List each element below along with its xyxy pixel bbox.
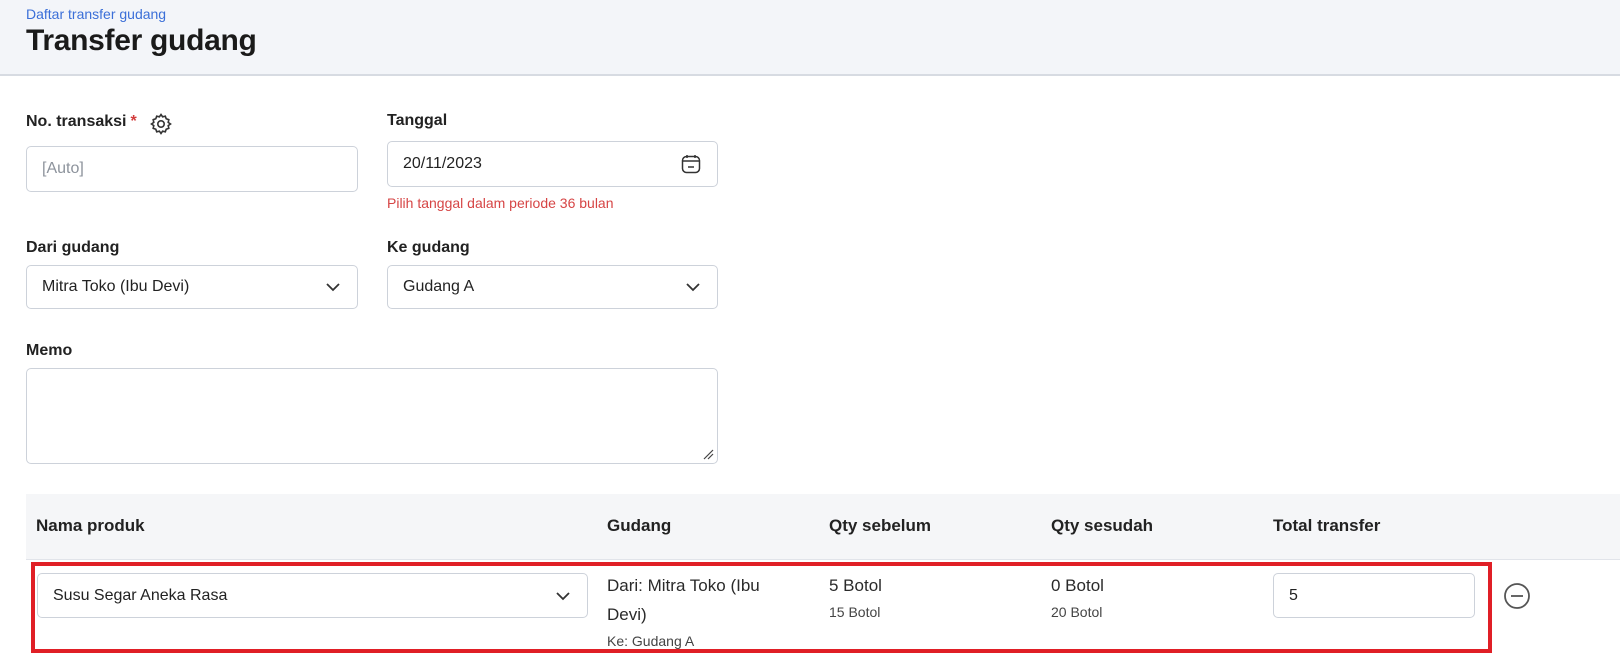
calendar-icon[interactable] bbox=[680, 153, 702, 175]
page-header: Daftar transfer gudang Transfer gudang bbox=[0, 0, 1620, 76]
column-header-nama-produk: Nama produk bbox=[36, 516, 145, 535]
settings-gear-icon[interactable] bbox=[149, 112, 173, 136]
tanggal-date-field[interactable]: 20/11/2023 bbox=[387, 141, 718, 187]
dari-gudang-label: Dari gudang bbox=[26, 239, 120, 256]
column-header-total-transfer: Total transfer bbox=[1273, 516, 1381, 535]
row-highlight-box bbox=[31, 562, 1492, 653]
memo-label: Memo bbox=[26, 342, 73, 359]
no-transaksi-label-text: No. transaksi bbox=[26, 113, 127, 130]
chevron-down-icon bbox=[326, 283, 340, 292]
ke-gudang-value: Gudang A bbox=[403, 278, 475, 295]
memo-textarea[interactable] bbox=[27, 369, 717, 463]
tanggal-value: 20/11/2023 bbox=[403, 155, 482, 172]
tanggal-hint-text: Pilih tanggal dalam periode 36 bulan bbox=[387, 195, 614, 211]
no-transaksi-input[interactable] bbox=[42, 160, 342, 178]
page-title: Transfer gudang bbox=[26, 24, 257, 57]
column-header-qty-sebelum: Qty sebelum bbox=[829, 516, 932, 535]
dari-gudang-select[interactable]: Mitra Toko (Ibu Devi) bbox=[26, 265, 358, 309]
required-mark: * bbox=[130, 113, 137, 130]
no-transaksi-input-wrapper bbox=[26, 146, 358, 192]
resize-handle-icon[interactable] bbox=[702, 448, 714, 460]
dari-gudang-value: Mitra Toko (Ibu Devi) bbox=[42, 278, 190, 295]
breadcrumb-link[interactable]: Daftar transfer gudang bbox=[26, 6, 166, 22]
column-header-qty-sesudah: Qty sesudah bbox=[1051, 516, 1154, 535]
column-header-gudang: Gudang bbox=[607, 516, 672, 535]
ke-gudang-label: Ke gudang bbox=[387, 239, 470, 256]
remove-row-icon[interactable] bbox=[1503, 582, 1531, 610]
ke-gudang-select[interactable]: Gudang A bbox=[387, 265, 718, 309]
tanggal-label: Tanggal bbox=[387, 112, 448, 129]
memo-field bbox=[26, 368, 718, 464]
product-table-header: Nama produk Gudang Qty sebelum Qty sesud… bbox=[26, 494, 1620, 560]
chevron-down-icon bbox=[686, 283, 700, 292]
no-transaksi-label: No. transaksi * bbox=[26, 113, 137, 131]
